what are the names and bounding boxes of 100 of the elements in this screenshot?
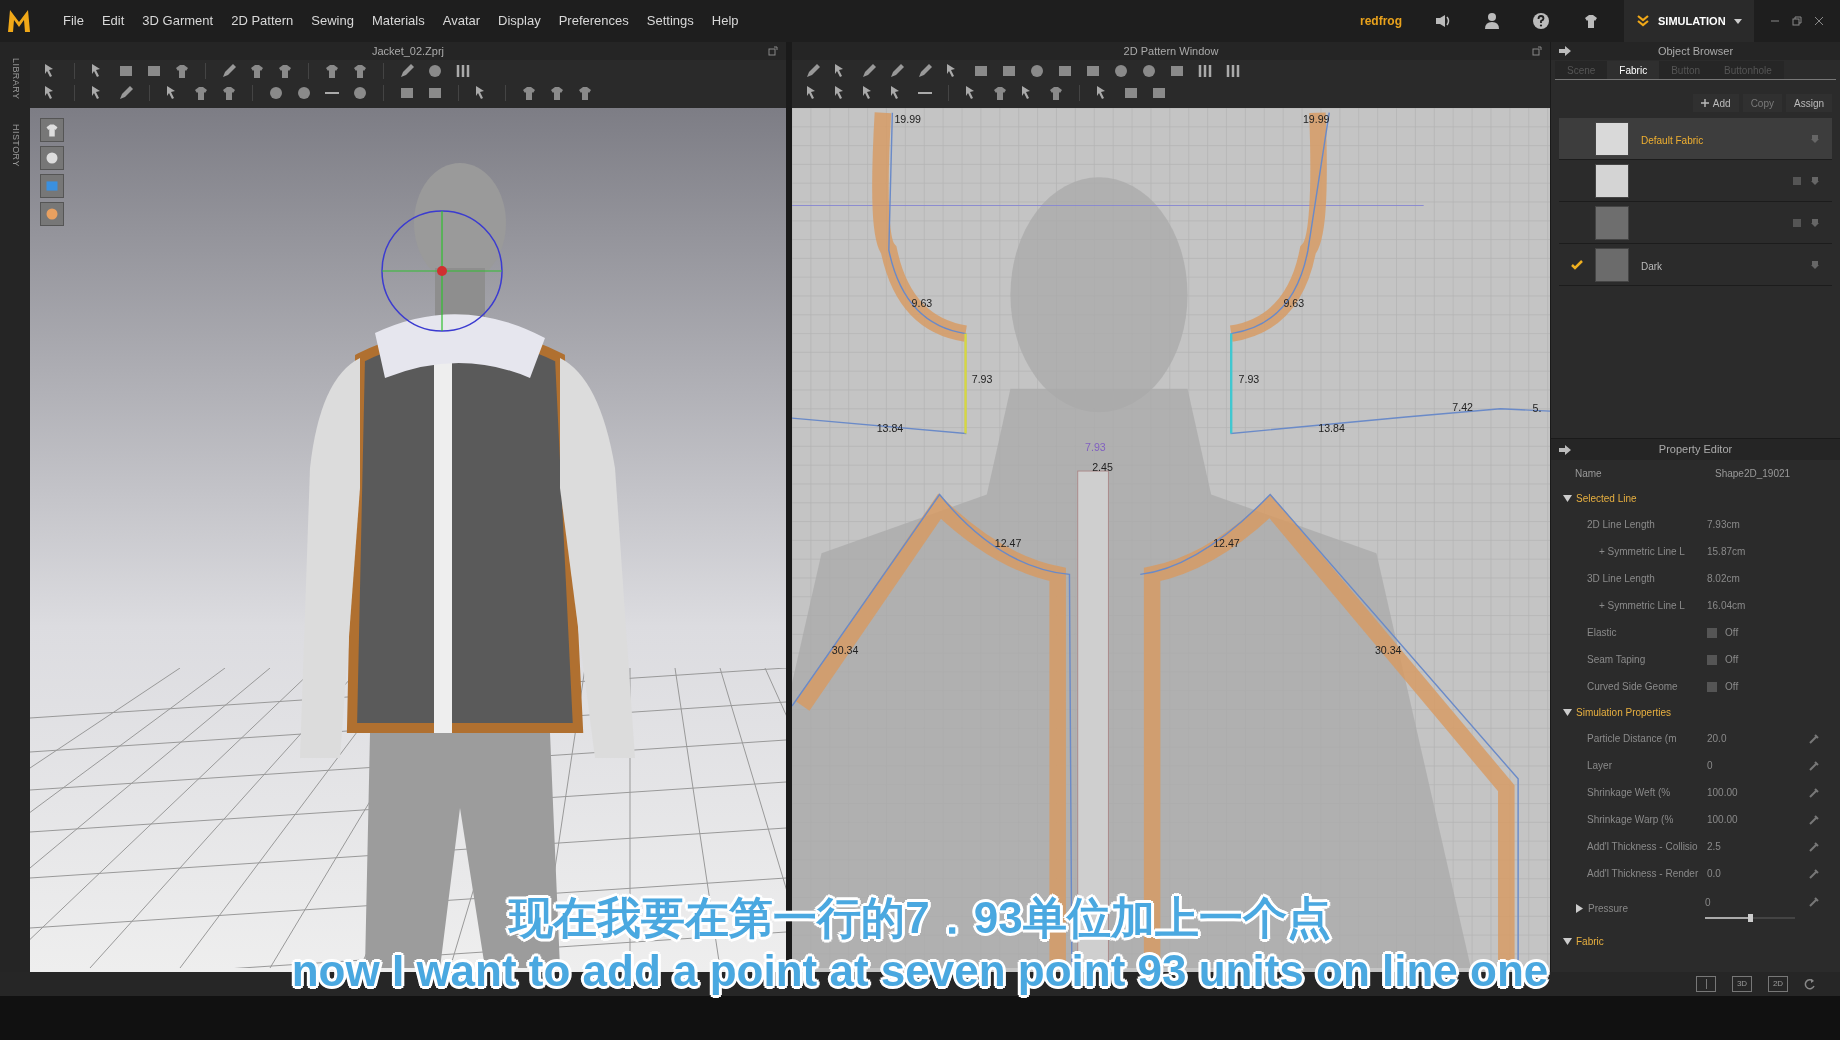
shirt-icon[interactable]: [991, 84, 1009, 102]
pen-icon[interactable]: [804, 62, 822, 80]
wrench-icon[interactable]: [1808, 786, 1820, 799]
property-label: Add'l Thickness - Render: [1587, 867, 1700, 881]
pen-icon[interactable]: [860, 62, 878, 80]
fabric-name[interactable]: Dark: [1641, 260, 1663, 272]
triangle-right-icon[interactable]: [1575, 903, 1584, 913]
circle-icon[interactable]: [426, 62, 444, 80]
triangle-down-icon[interactable]: [1563, 494, 1572, 503]
mode-dropdown[interactable]: SIMULATION: [1624, 0, 1754, 42]
length-label: 19.99: [1302, 113, 1330, 126]
shirt-visibility-icon[interactable]: [40, 118, 64, 142]
shirt-icon[interactable]: [192, 84, 210, 102]
restore-icon[interactable]: [1792, 16, 1802, 26]
popout-icon[interactable]: [1532, 46, 1542, 56]
shirt-icon[interactable]: [548, 84, 566, 102]
shirt-icon[interactable]: [576, 84, 594, 102]
section-header[interactable]: Selected Line: [1576, 491, 1637, 506]
pen-icon[interactable]: [916, 62, 934, 80]
property-label: Shrinkage Weft (%: [1587, 786, 1672, 800]
wrench-icon[interactable]: [1808, 840, 1820, 853]
side-tab[interactable]: HISTORY: [8, 123, 22, 167]
wrench-icon[interactable]: [1808, 896, 1820, 908]
wrench-icon[interactable]: [1808, 813, 1820, 826]
section-header[interactable]: Simulation Properties: [1576, 705, 1672, 720]
circle-icon[interactable]: [267, 84, 285, 102]
shirt-icon[interactable]: [351, 62, 369, 80]
fabric-name[interactable]: Default Fabric: [1641, 134, 1704, 146]
shirt-icon[interactable]: [520, 84, 538, 102]
wrench-icon[interactable]: [1808, 732, 1820, 745]
shirt-icon[interactable]: [1047, 84, 1065, 102]
help-icon[interactable]: [1532, 12, 1550, 30]
arrow-icon[interactable]: [1559, 445, 1571, 455]
property-value: 100.00: [1707, 813, 1739, 827]
circle-icon[interactable]: [1028, 62, 1046, 80]
wrench-icon[interactable]: [1808, 867, 1820, 880]
speaker-icon[interactable]: [1434, 13, 1452, 29]
checkbox[interactable]: [1707, 627, 1717, 638]
circle-icon[interactable]: [1112, 62, 1130, 80]
menu-item[interactable]: Materials: [362, 11, 434, 31]
checkbox[interactable]: [1707, 681, 1717, 692]
menu-item[interactable]: Edit: [92, 11, 134, 31]
menu-item[interactable]: Help: [702, 11, 748, 31]
bars-icon[interactable]: [1224, 62, 1242, 80]
action-button[interactable]: Assign: [1786, 94, 1832, 112]
avatar-visibility-icon[interactable]: [40, 146, 64, 170]
pen-icon[interactable]: [117, 84, 135, 102]
property-value: 15.87cm: [1707, 545, 1746, 559]
menu-item[interactable]: Avatar: [433, 11, 490, 31]
pen-icon[interactable]: [220, 62, 238, 80]
property-value: 0: [1707, 759, 1714, 773]
tab[interactable]: Fabric: [1607, 61, 1660, 79]
pen-icon[interactable]: [398, 62, 416, 80]
circle-icon[interactable]: [295, 84, 313, 102]
wrench-icon[interactable]: [1808, 759, 1820, 772]
save-icon[interactable]: [1810, 217, 1820, 228]
bars-icon[interactable]: [454, 62, 472, 80]
popout-icon[interactable]: [768, 46, 778, 56]
property-label: Particle Distance (m: [1587, 732, 1678, 746]
bars-icon[interactable]: [1196, 62, 1214, 80]
menu-item[interactable]: Sewing: [302, 11, 363, 31]
arrow-icon[interactable]: [1559, 46, 1571, 56]
close-icon[interactable]: [1814, 16, 1824, 26]
save-icon[interactable]: [1810, 175, 1820, 186]
circle-icon[interactable]: [1140, 62, 1158, 80]
menu-item[interactable]: Preferences: [549, 11, 638, 31]
action-button[interactable]: Add: [1692, 94, 1739, 112]
property-label: Name: [1575, 466, 1603, 481]
pen-icon[interactable]: [888, 62, 906, 80]
property-label: Shrinkage Warp (%: [1587, 813, 1675, 827]
view-button[interactable]: 3D: [1732, 976, 1752, 992]
shirt-icon[interactable]: [173, 62, 191, 80]
menu-item[interactable]: 2D Pattern: [222, 11, 303, 31]
view-button[interactable]: 2D: [1768, 976, 1788, 992]
triangle-down-icon[interactable]: [1563, 708, 1572, 717]
save-icon[interactable]: [1810, 259, 1820, 270]
circle-icon[interactable]: [351, 84, 369, 102]
shirt-icon[interactable]: [1582, 12, 1600, 30]
texture-icon[interactable]: [40, 174, 64, 198]
triangle-down-icon[interactable]: [1563, 937, 1572, 946]
menu-item[interactable]: 3D Garment: [133, 11, 223, 31]
menu-item[interactable]: File: [54, 11, 93, 31]
shirt-icon[interactable]: [323, 62, 341, 80]
side-tab[interactable]: LIBRARY: [8, 58, 22, 100]
menu-item[interactable]: Display: [489, 11, 550, 31]
length-label: 7.93: [1085, 441, 1106, 454]
m-logo-icon[interactable]: [6, 8, 32, 34]
avatar-icon[interactable]: [40, 202, 64, 226]
shirt-icon[interactable]: [220, 84, 238, 102]
shirt-icon[interactable]: [248, 62, 266, 80]
section-header[interactable]: Fabric: [1576, 934, 1604, 949]
section-header[interactable]: Pressure: [1588, 900, 1628, 916]
refresh-icon[interactable]: [1804, 978, 1816, 990]
menu-item[interactable]: Settings: [637, 11, 703, 31]
checkbox[interactable]: [1707, 654, 1717, 665]
user-icon[interactable]: [1484, 12, 1500, 30]
length-label: 30.34: [1374, 644, 1402, 657]
slider[interactable]: [1705, 913, 1795, 922]
split-view-button[interactable]: [1696, 976, 1716, 992]
shirt-icon[interactable]: [276, 62, 294, 80]
